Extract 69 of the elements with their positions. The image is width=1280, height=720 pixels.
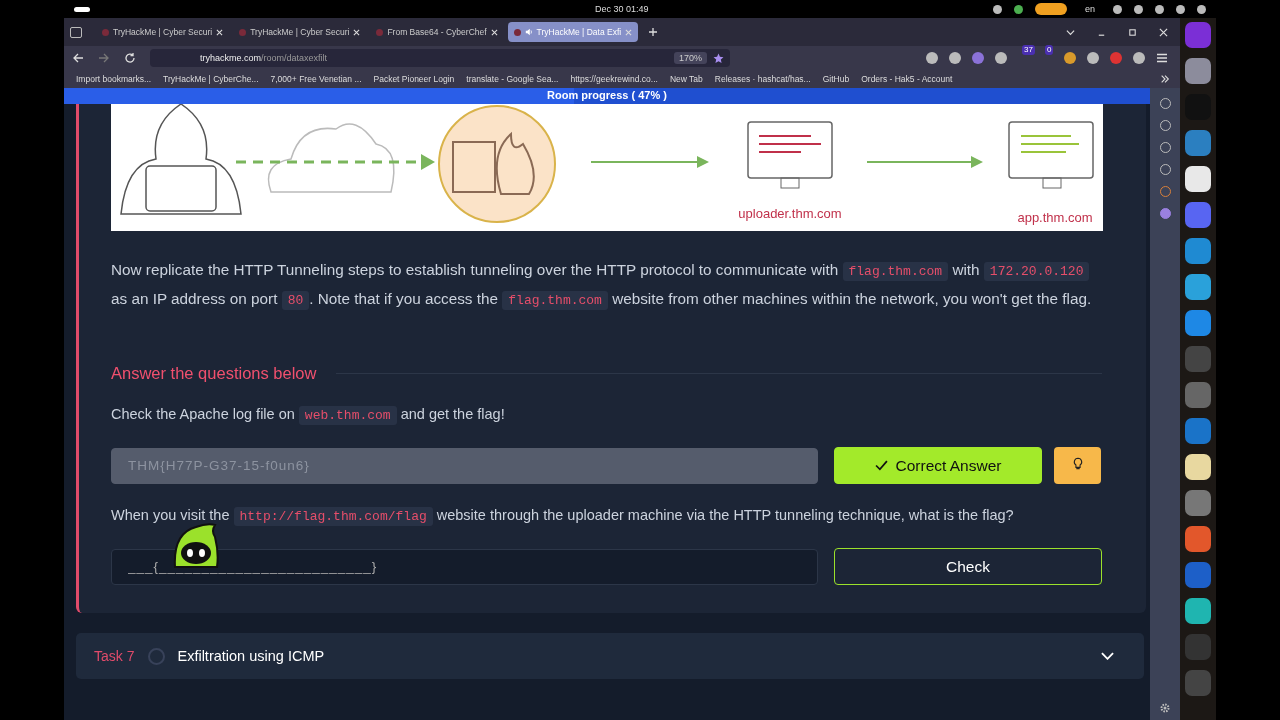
chevron-icon[interactable]	[1101, 652, 1114, 660]
section-heading: Answer the questions below	[111, 364, 317, 383]
bookmark[interactable]: Packet Pioneer Login	[373, 74, 455, 84]
bookmark[interactable]: New Tab	[669, 74, 703, 84]
app-icon[interactable]	[1185, 274, 1211, 300]
extension-icon[interactable]	[949, 52, 961, 64]
extension-icon[interactable]	[1133, 52, 1145, 64]
progress-label: Room progress ( 47% )	[546, 89, 668, 101]
bookmark[interactable]: GitHub	[822, 74, 850, 84]
bookmark[interactable]: Orders - Hak5 - Account	[861, 74, 953, 84]
answer-field[interactable]: ___{_________________________}	[111, 548, 818, 585]
new-tab-icon[interactable]	[648, 27, 659, 37]
settings-icon[interactable]	[1159, 702, 1171, 714]
submit-button[interactable]: Correct Answer	[834, 447, 1042, 484]
back-icon[interactable]	[72, 52, 84, 64]
browser-tab[interactable]: TryHackMe | Cyber Securi	[96, 22, 230, 42]
extension-icon[interactable]	[1064, 52, 1076, 64]
question-text: Check the Apache log file on web.thm.com and get the flag!	[111, 405, 506, 427]
extension-badge: 37	[1022, 45, 1035, 55]
browser-tab[interactable]: From Base64 - CyberChef	[370, 22, 504, 42]
close-tab-icon[interactable]	[353, 28, 361, 36]
app-icon[interactable]	[1185, 166, 1211, 192]
hint-button[interactable]	[1054, 447, 1101, 484]
tab-favicon-icon	[376, 28, 384, 36]
close-icon[interactable]	[1159, 27, 1168, 37]
clock[interactable]: Dec 30 01:49	[595, 4, 649, 14]
submit-button[interactable]: Check	[834, 548, 1102, 585]
extension-icon[interactable]	[995, 52, 1007, 64]
menu-icon[interactable]	[1156, 52, 1168, 64]
language-indicator[interactable]: en	[1079, 4, 1101, 14]
tab-overview-icon[interactable]	[70, 26, 82, 38]
chevron-icon[interactable]	[1066, 27, 1075, 37]
zoom-level[interactable]: 170%	[673, 52, 707, 64]
tab-favicon-icon	[513, 28, 521, 36]
checkmark-icon	[874, 460, 888, 471]
paragraph: Now replicate the HTTP Tunneling steps to establish tunneling over the HTTP protocol to communicate with flag.thm.com with 172.20.0.120 as an IP address on port 80 . Note that if you access the flag.thm.com website from other machines within the network, you won't get the flag.	[111, 260, 1093, 312]
bookmark[interactable]: translate - Google Sea...	[466, 74, 559, 84]
bookmark[interactable]: 7,000+ Free Venetian ...	[270, 74, 362, 84]
diagram-label: uploader.thm.com	[738, 206, 842, 221]
diagram-label: app.thm.com	[1017, 210, 1093, 225]
extension-icon[interactable]	[926, 52, 938, 64]
bookmark[interactable]: Import bookmarks...	[76, 74, 152, 84]
extension-icon[interactable]	[1087, 52, 1099, 64]
workspace-indicator[interactable]	[74, 6, 90, 12]
recording-indicator[interactable]	[1035, 3, 1067, 15]
speaker-icon[interactable]	[524, 28, 533, 36]
sidebar-icon[interactable]	[1159, 208, 1171, 219]
tab-favicon-icon	[102, 28, 109, 36]
bookmark[interactable]: https://geekrewind.co...	[570, 74, 658, 84]
task-header[interactable]: Task 7 Exfiltration using ICMP	[76, 633, 1144, 679]
extension-icon[interactable]	[972, 52, 984, 64]
address-bar[interactable]: tryhackme.com/room/dataxexfilt 170%	[150, 49, 730, 67]
bookmark[interactable]: TryHackMe | CyberChe...	[163, 74, 259, 84]
app-icon[interactable]	[1185, 598, 1211, 624]
close-tab-icon[interactable]	[490, 28, 498, 36]
extension-badge: 0	[1045, 45, 1054, 55]
browser-tab[interactable]: TryHackMe | Cyber Securi	[233, 22, 367, 42]
app-icon[interactable]	[1185, 454, 1211, 480]
question-text: When you visit the http://flag.thm.com/flag website through the uploader machine via the HTTP tunneling technique, what is the flag?	[111, 506, 1015, 528]
reload-icon[interactable]	[124, 52, 136, 64]
bookmark[interactable]: Releases · hashcat/has...	[714, 74, 811, 84]
more-bookmarks-icon[interactable]	[1160, 74, 1170, 84]
close-tab-icon[interactable]	[216, 28, 224, 36]
tab-favicon-icon	[239, 28, 247, 36]
forward-icon[interactable]	[98, 52, 110, 64]
lightbulb-icon	[1072, 457, 1083, 471]
maximize-icon[interactable]	[1128, 27, 1137, 37]
status-circle-icon	[148, 647, 166, 665]
status-icon[interactable]	[993, 4, 1002, 14]
